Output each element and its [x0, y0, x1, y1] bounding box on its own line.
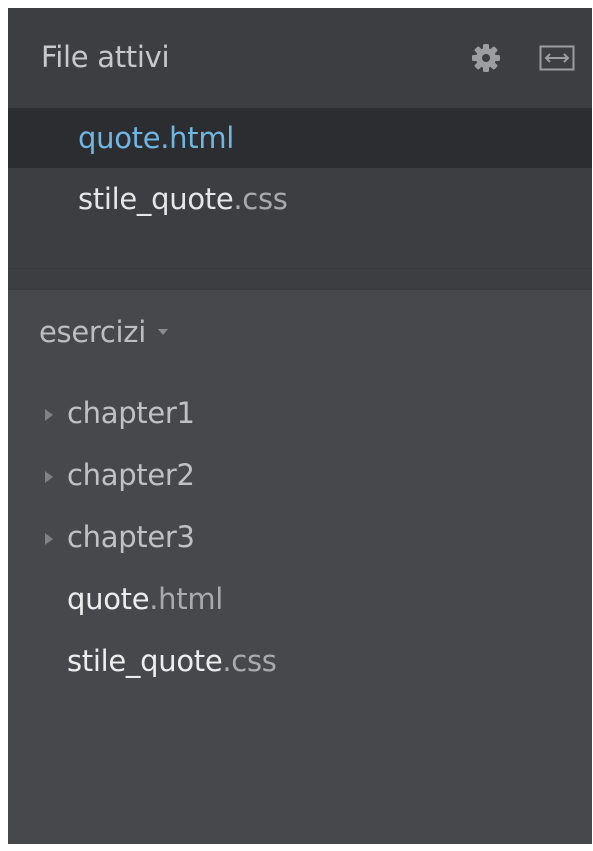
split-view-button[interactable]	[539, 44, 575, 72]
working-files-title: File attivi	[41, 40, 170, 74]
tree-folder-chapter1[interactable]: chapter1	[8, 388, 592, 444]
disclosure-triangle-icon[interactable]	[45, 471, 53, 483]
file-label: stile_quote.css	[67, 644, 277, 678]
disclosure-triangle-icon[interactable]	[45, 533, 53, 545]
disclosure-triangle-icon[interactable]	[45, 409, 53, 421]
settings-button[interactable]	[470, 42, 502, 74]
section-divider	[8, 288, 592, 290]
project-name: esercizi	[39, 315, 146, 349]
tree-file-quote-html[interactable]: quote.html	[8, 574, 592, 630]
folder-label: chapter2	[67, 458, 195, 492]
file-name: quote	[67, 582, 150, 616]
folder-label: chapter3	[67, 520, 195, 554]
working-file-label: stile_quote.css	[78, 182, 288, 216]
tree-folder-chapter2[interactable]: chapter2	[8, 450, 592, 506]
sidebar: File attivi quote.html stile_quote.css e…	[8, 8, 592, 844]
caret-down-icon	[157, 329, 168, 335]
working-file-quote-html[interactable]: quote.html	[8, 108, 592, 168]
working-file-label: quote.html	[78, 121, 234, 155]
working-file-stile-quote-css[interactable]: stile_quote.css	[8, 169, 592, 229]
file-name: stile_quote	[67, 644, 223, 678]
tree-file-stile-quote-css[interactable]: stile_quote.css	[8, 636, 592, 692]
split-horizontal-icon	[539, 45, 575, 71]
divider	[8, 268, 592, 269]
file-extension: .html	[160, 121, 235, 155]
tree-folder-chapter3[interactable]: chapter3	[8, 512, 592, 568]
file-label: quote.html	[67, 582, 223, 616]
working-files-header: File attivi	[8, 8, 592, 108]
gear-icon	[472, 44, 500, 72]
file-extension: .css	[222, 644, 277, 678]
folder-label: chapter1	[67, 396, 195, 430]
file-name: stile_quote	[78, 182, 234, 216]
file-extension: .css	[233, 182, 288, 216]
working-files-list: quote.html stile_quote.css	[8, 108, 592, 288]
file-extension: .html	[149, 582, 224, 616]
file-name: quote	[78, 121, 161, 155]
project-dropdown[interactable]: esercizi	[39, 315, 168, 349]
